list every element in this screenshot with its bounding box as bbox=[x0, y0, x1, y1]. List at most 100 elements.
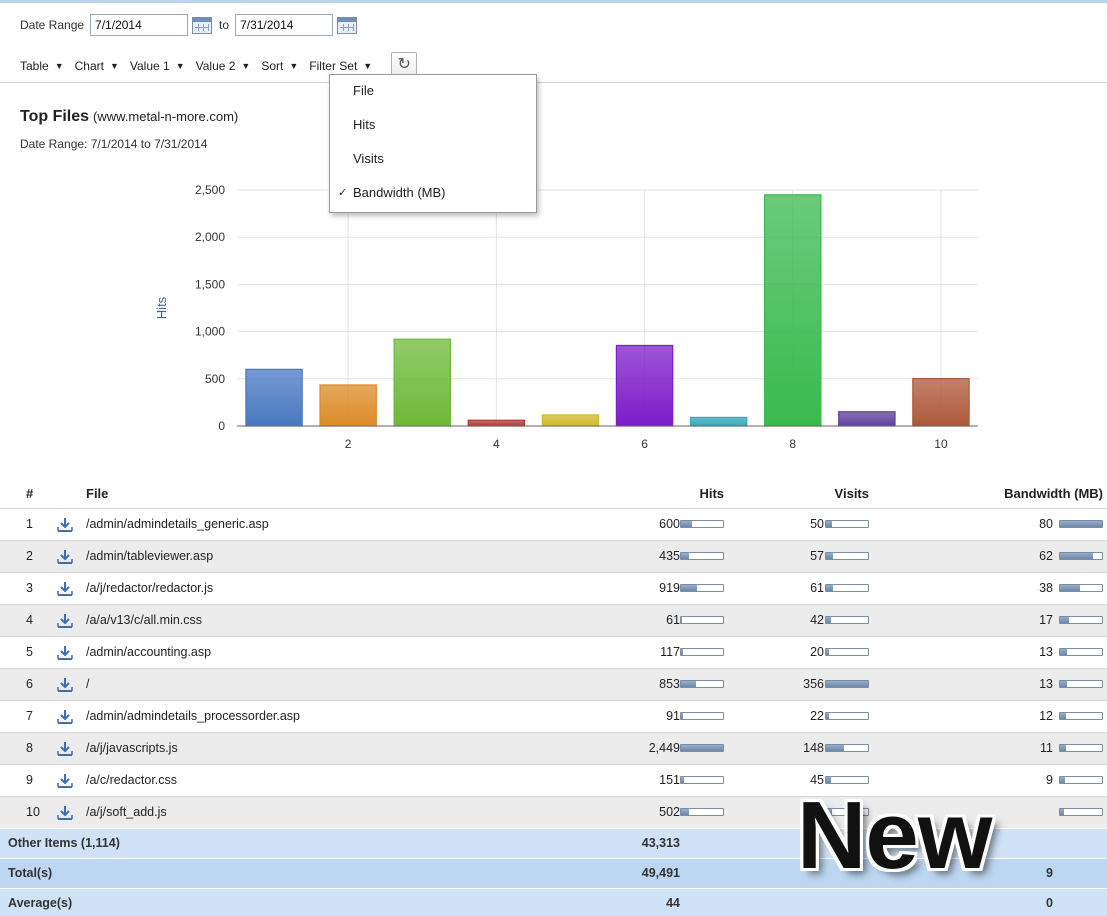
toolbar-divider bbox=[0, 82, 1107, 83]
file-link[interactable]: /admin/admindetails_generic.asp bbox=[86, 509, 269, 540]
checkmark-icon: ✓ bbox=[338, 187, 348, 199]
date-from-input[interactable] bbox=[90, 14, 189, 36]
hits-value: 61 bbox=[666, 613, 680, 627]
y-tick-label: 1,500 bbox=[195, 277, 225, 291]
file-link[interactable]: /admin/accounting.asp bbox=[86, 637, 211, 668]
download-icon[interactable] bbox=[57, 741, 73, 757]
sort-option-visits[interactable]: Visits bbox=[330, 143, 536, 177]
row-number: 3 bbox=[26, 581, 33, 595]
table-body: 1/admin/admindetails_generic.asp 600 50 80 2… bbox=[0, 508, 1107, 828]
bar-fill bbox=[1060, 809, 1065, 815]
table-row[interactable]: 5/admin/accounting.asp 117 20 13 bbox=[0, 636, 1107, 668]
summary-hits: 43,313 bbox=[641, 836, 680, 850]
bar-fill bbox=[826, 521, 832, 527]
summary-hits: 49,491 bbox=[641, 866, 680, 880]
download-icon[interactable] bbox=[57, 645, 73, 661]
bandwidth-value: 12 bbox=[1039, 709, 1053, 723]
file-link[interactable]: / bbox=[86, 669, 89, 700]
file-link[interactable]: /a/a/v13/c/all.min.css bbox=[86, 605, 202, 636]
bar-fill bbox=[1060, 777, 1065, 783]
table-row[interactable]: 3/a/j/redactor/redactor.js 919 61 38 bbox=[0, 572, 1107, 604]
menu-value-1[interactable]: Value 1 ▼ bbox=[130, 59, 185, 73]
bandwidth-value: 13 bbox=[1039, 677, 1053, 691]
sort-option-file[interactable]: File bbox=[330, 75, 536, 109]
visits-bar bbox=[825, 616, 869, 624]
menu-value-2-label: Value 2 bbox=[195, 58, 236, 73]
header-visits[interactable]: Visits bbox=[835, 480, 869, 508]
table-row[interactable]: 2/admin/tableviewer.asp 435 57 62 bbox=[0, 540, 1107, 572]
summary-label: Other Items (1,114) bbox=[8, 836, 120, 850]
download-icon[interactable] bbox=[57, 709, 73, 725]
bar-fill bbox=[1060, 553, 1093, 559]
download-icon[interactable] bbox=[57, 517, 73, 533]
row-number: 2 bbox=[26, 549, 33, 563]
table-row[interactable]: 8/a/j/javascripts.js 2,449 148 11 bbox=[0, 732, 1107, 764]
summary-hits: 44 bbox=[666, 896, 680, 910]
report-subtitle: Date Range: 7/1/2014 to 7/31/2014 bbox=[20, 137, 208, 151]
table-row[interactable]: 7/admin/admindetails_processorder.asp 91 2… bbox=[0, 700, 1107, 732]
download-icon[interactable] bbox=[57, 677, 73, 693]
file-link[interactable]: /a/j/javascripts.js bbox=[86, 733, 178, 764]
visits-value: 356 bbox=[803, 677, 824, 691]
header-file[interactable]: File bbox=[86, 480, 108, 508]
bandwidth-bar bbox=[1059, 552, 1103, 560]
bandwidth-bar bbox=[1059, 776, 1103, 784]
file-link[interactable]: /a/j/soft_add.js bbox=[86, 797, 167, 828]
menu-sort-label: Sort bbox=[261, 58, 284, 73]
hits-bar bbox=[680, 680, 724, 688]
sort-option-hits[interactable]: Hits bbox=[330, 109, 536, 143]
download-icon[interactable] bbox=[57, 581, 73, 597]
visits-value: 57 bbox=[810, 549, 824, 563]
download-icon[interactable] bbox=[57, 549, 73, 565]
calendar-icon[interactable] bbox=[337, 16, 358, 34]
table-row[interactable]: 4/a/a/v13/c/all.min.css 61 42 17 bbox=[0, 604, 1107, 636]
menu-table[interactable]: Table ▼ bbox=[20, 59, 64, 73]
table-row[interactable]: 6 / 853 356 13 bbox=[0, 668, 1107, 700]
hits-value: 2,449 bbox=[648, 741, 680, 755]
table-row[interactable]: 1/admin/admindetails_generic.asp 600 50 80 bbox=[0, 508, 1107, 540]
y-tick-label: 500 bbox=[205, 372, 225, 386]
hits-bar bbox=[680, 616, 724, 624]
file-link[interactable]: /a/j/redactor/redactor.js bbox=[86, 573, 213, 604]
x-tick-label: 6 bbox=[641, 437, 648, 451]
bandwidth-bar bbox=[1059, 648, 1103, 656]
menu-sort[interactable]: Sort ▼ bbox=[261, 59, 298, 73]
y-tick-label: 2,500 bbox=[195, 183, 225, 197]
header-hits[interactable]: Hits bbox=[699, 480, 724, 508]
bar-fill bbox=[1060, 649, 1067, 655]
bar-fill bbox=[826, 681, 868, 687]
menu-filter-set[interactable]: Filter Set ▼ bbox=[309, 59, 372, 73]
refresh-button[interactable]: ↻ bbox=[391, 52, 418, 76]
download-icon[interactable] bbox=[57, 613, 73, 629]
bandwidth-bar bbox=[1059, 584, 1103, 592]
download-icon[interactable] bbox=[57, 805, 73, 821]
chart-bar bbox=[393, 338, 452, 427]
calendar-icon[interactable] bbox=[192, 16, 213, 34]
bar-fill bbox=[681, 713, 683, 719]
bandwidth-value: 62 bbox=[1039, 549, 1053, 563]
bandwidth-value: 17 bbox=[1039, 613, 1053, 627]
date-to-input[interactable] bbox=[235, 14, 334, 36]
summary-bandwidth: 0 bbox=[1046, 896, 1053, 910]
menu-chart-label: Chart bbox=[74, 58, 104, 73]
bar-fill bbox=[826, 553, 833, 559]
file-link[interactable]: /admin/admindetails_processorder.asp bbox=[86, 701, 300, 732]
table-header: # File Hits Visits Bandwidth (MB) bbox=[0, 480, 1107, 508]
sort-option-bandwidth[interactable]: ✓ Bandwidth (MB) bbox=[330, 177, 536, 211]
header-bandwidth[interactable]: Bandwidth (MB) bbox=[1004, 480, 1103, 508]
download-icon[interactable] bbox=[57, 773, 73, 789]
menu-chart[interactable]: Chart ▼ bbox=[75, 59, 119, 73]
bar-fill bbox=[1060, 681, 1067, 687]
file-link[interactable]: /admin/tableviewer.asp bbox=[86, 541, 213, 572]
menu-table-label: Table bbox=[20, 58, 49, 73]
top-border bbox=[0, 0, 1107, 3]
bandwidth-bar bbox=[1059, 520, 1103, 528]
menu-value-2[interactable]: Value 2 ▼ bbox=[196, 59, 251, 73]
file-link[interactable]: /a/c/redactor.css bbox=[86, 765, 177, 796]
bar-fill bbox=[681, 521, 692, 527]
caret-down-icon: ▼ bbox=[54, 60, 64, 71]
summary-bandwidth: 9 bbox=[1046, 866, 1053, 880]
hits-value: 151 bbox=[659, 773, 680, 787]
bar-fill bbox=[681, 585, 697, 591]
bar-fill bbox=[1060, 585, 1081, 591]
